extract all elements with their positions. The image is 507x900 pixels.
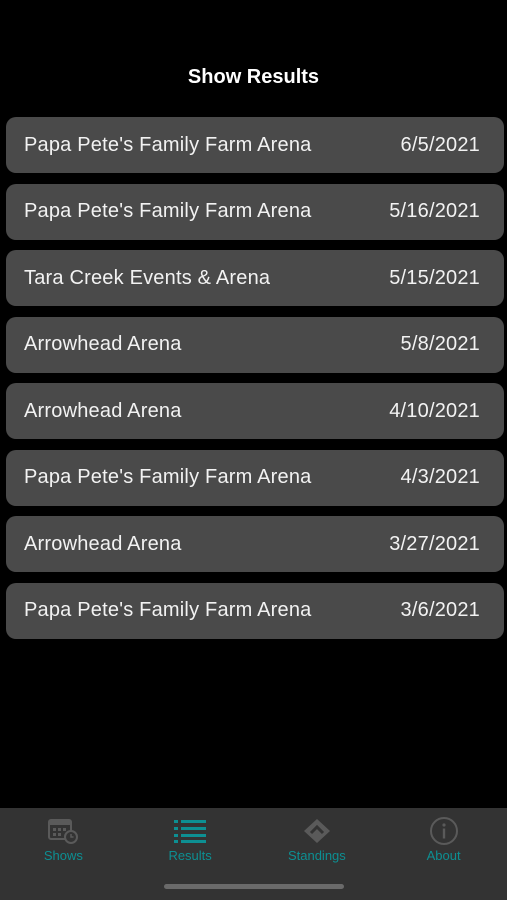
result-row[interactable]: Papa Pete's Family Farm Arena 4/3/2021: [6, 449, 504, 506]
result-date: 5/15/2021: [389, 266, 480, 289]
page-title: Show Results: [187, 66, 320, 88]
tab-label: Standings: [287, 848, 346, 863]
result-venue: Papa Pete's Family Farm Arena: [24, 599, 312, 621]
tab-label: About: [426, 848, 461, 863]
result-date: 5/16/2021: [389, 200, 480, 222]
result-row[interactable]: Tara Creek Events & Arena 5/15/2021: [6, 250, 504, 306]
tab-about[interactable]: About: [380, 808, 507, 900]
diamond-arrow-icon: [300, 816, 334, 846]
tab-label: Results: [168, 848, 212, 863]
result-venue: Papa Pete's Family Farm Arena: [24, 466, 312, 488]
result-row[interactable]: Papa Pete's Family Farm Arena 6/5/2021: [6, 117, 504, 173]
result-date: 5/8/2021: [400, 333, 480, 355]
result-date: 4/3/2021: [400, 466, 480, 488]
list-icon: [173, 816, 207, 846]
result-row[interactable]: Papa Pete's Family Farm Arena 3/6/2021: [6, 582, 504, 639]
result-venue: Arrowhead Arena: [24, 532, 182, 555]
result-date: 3/27/2021: [389, 532, 480, 555]
result-venue: Tara Creek Events & Arena: [24, 266, 271, 289]
result-venue: Arrowhead Arena: [24, 333, 182, 355]
result-row[interactable]: Arrowhead Arena 5/8/2021: [6, 316, 504, 373]
tab-shows[interactable]: Shows: [0, 808, 127, 900]
result-date: 3/6/2021: [400, 599, 480, 621]
tab-label: Shows: [43, 848, 83, 863]
results-list: Papa Pete's Family Farm Arena 6/5/2021 P…: [6, 117, 504, 649]
result-date: 4/10/2021: [389, 399, 480, 422]
result-venue: Papa Pete's Family Farm Arena: [24, 200, 312, 222]
screen: Show Results Papa Pete's Family Farm Are…: [0, 0, 507, 900]
home-indicator: [164, 884, 344, 889]
info-icon: [427, 816, 461, 846]
result-venue: Papa Pete's Family Farm Arena: [24, 133, 312, 156]
result-row[interactable]: Arrowhead Arena 4/10/2021: [6, 383, 504, 439]
calendar-clock-icon: [46, 816, 80, 846]
result-venue: Arrowhead Arena: [24, 399, 182, 422]
result-row[interactable]: Papa Pete's Family Farm Arena 5/16/2021: [6, 183, 504, 240]
result-date: 6/5/2021: [400, 133, 480, 156]
result-row[interactable]: Arrowhead Arena 3/27/2021: [6, 516, 504, 572]
